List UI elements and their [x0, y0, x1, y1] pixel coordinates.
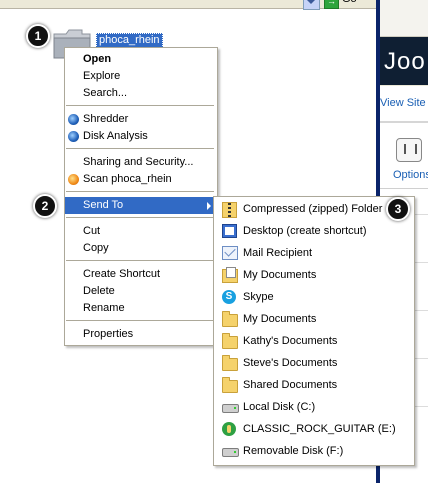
- removable-drive-icon: [222, 422, 236, 436]
- menu-item-shredder[interactable]: Shredder: [65, 111, 217, 128]
- desktop-icon: [222, 224, 237, 238]
- send-to-submenu: Compressed (zipped) Folder Desktop (crea…: [213, 196, 415, 466]
- send-to-my-documents-folder[interactable]: My Documents: [214, 308, 414, 330]
- submenu-item-label: My Documents: [243, 269, 317, 281]
- menu-item-label: Delete: [83, 285, 115, 297]
- address-dropdown-arrow[interactable]: [303, 0, 320, 10]
- callout-2: 2: [33, 194, 57, 218]
- menu-item-label: Disk Analysis: [83, 130, 148, 142]
- go-button[interactable]: → Go: [324, 0, 376, 9]
- send-to-skype[interactable]: S Skype: [214, 286, 414, 308]
- send-to-kathys-documents[interactable]: Kathy's Documents: [214, 330, 414, 352]
- go-arrow-icon: →: [324, 0, 339, 9]
- menu-item-explore[interactable]: Explore: [65, 68, 217, 85]
- callout-3: 3: [386, 197, 410, 221]
- send-to-shared-documents[interactable]: Shared Documents: [214, 374, 414, 396]
- menu-item-cut[interactable]: Cut: [65, 223, 217, 240]
- context-menu: Open Explore Search... Shredder Disk Ana…: [64, 47, 218, 346]
- menu-item-label: Search...: [83, 87, 128, 99]
- logo-text: Joo: [384, 48, 426, 75]
- submenu-item-label: Steve's Documents: [243, 357, 338, 369]
- submenu-item-label: Removable Disk (F:): [243, 445, 344, 457]
- removable-disk-icon: [222, 448, 239, 457]
- menu-item-send-to[interactable]: Send To: [65, 197, 217, 214]
- menu-item-delete[interactable]: Delete: [65, 283, 217, 300]
- send-to-mail-recipient[interactable]: Mail Recipient: [214, 242, 414, 264]
- menu-item-label: Shredder: [83, 113, 129, 125]
- send-to-removable-disk-f[interactable]: Removable Disk (F:): [214, 440, 414, 462]
- disk-analysis-icon: [68, 131, 79, 142]
- menu-item-label: Send To: [83, 199, 124, 211]
- antivirus-scan-icon: [68, 174, 79, 185]
- send-to-my-documents[interactable]: My Documents: [214, 264, 414, 286]
- menu-item-disk-analysis[interactable]: Disk Analysis: [65, 128, 217, 145]
- send-to-desktop[interactable]: Desktop (create shortcut): [214, 220, 414, 242]
- divider: [380, 121, 428, 123]
- callout-1: 1: [26, 24, 50, 48]
- menu-separator: [66, 217, 214, 218]
- send-to-local-disk-c[interactable]: Local Disk (C:): [214, 396, 414, 418]
- menu-item-label: Create Shortcut: [83, 268, 161, 280]
- view-site-link[interactable]: View Site: [380, 97, 426, 109]
- menu-item-rename[interactable]: Rename: [65, 300, 217, 317]
- my-documents-icon: [222, 267, 238, 283]
- submenu-item-label: Shared Documents: [243, 379, 338, 391]
- menu-separator: [66, 105, 214, 106]
- submenu-item-label: Compressed (zipped) Folder: [243, 203, 383, 215]
- menu-item-label: Scan phoca_rhein: [83, 173, 172, 185]
- menu-item-open[interactable]: Open: [65, 51, 217, 68]
- options-icon[interactable]: [396, 138, 422, 162]
- submenu-item-label: Local Disk (C:): [243, 401, 316, 413]
- options-link[interactable]: Options: [393, 169, 428, 181]
- menu-item-scan[interactable]: Scan phoca_rhein: [65, 171, 217, 188]
- go-label: Go: [342, 0, 357, 5]
- folder-icon: [222, 377, 238, 393]
- submenu-item-label: Kathy's Documents: [243, 335, 338, 347]
- menu-item-search[interactable]: Search...: [65, 85, 217, 102]
- divider: [380, 188, 428, 189]
- submenu-item-label: My Documents: [243, 313, 317, 325]
- menu-item-label: Sharing and Security...: [83, 156, 194, 168]
- menu-separator: [66, 191, 214, 192]
- menu-item-properties[interactable]: Properties: [65, 326, 217, 343]
- menu-separator: [66, 320, 214, 321]
- menu-item-create-shortcut[interactable]: Create Shortcut: [65, 266, 217, 283]
- zip-folder-icon: [222, 202, 237, 218]
- browser-toolbar-area: [380, 0, 428, 37]
- folder-icon: [222, 333, 238, 349]
- send-to-classic-rock-guitar-e[interactable]: CLASSIC_ROCK_GUITAR (E:): [214, 418, 414, 440]
- submenu-item-label: Mail Recipient: [243, 247, 313, 259]
- menu-item-copy[interactable]: Copy: [65, 240, 217, 257]
- menu-item-label: Explore: [83, 70, 121, 82]
- mail-icon: [222, 246, 238, 260]
- menu-item-label: Properties: [83, 328, 134, 340]
- submenu-item-label: Skype: [243, 291, 274, 303]
- send-to-steves-documents[interactable]: Steve's Documents: [214, 352, 414, 374]
- menu-separator: [66, 260, 214, 261]
- menu-item-label: Copy: [83, 242, 109, 254]
- shredder-icon: [68, 114, 79, 125]
- menu-item-label: Cut: [83, 225, 101, 237]
- menu-item-sharing-security[interactable]: Sharing and Security...: [65, 154, 217, 171]
- send-to-compressed-folder[interactable]: Compressed (zipped) Folder: [214, 198, 414, 220]
- local-disk-icon: [222, 404, 239, 413]
- menu-item-label: Rename: [83, 302, 125, 314]
- submenu-arrow-icon: [207, 202, 211, 210]
- submenu-item-label: Desktop (create shortcut): [243, 225, 367, 237]
- folder-icon: [222, 311, 238, 327]
- folder-icon: [222, 355, 238, 371]
- submenu-item-label: CLASSIC_ROCK_GUITAR (E:): [243, 423, 396, 435]
- menu-item-label: Open: [83, 53, 112, 65]
- menu-separator: [66, 148, 214, 149]
- skype-icon: S: [222, 290, 236, 304]
- folder-name[interactable]: phoca_rhein: [96, 33, 163, 48]
